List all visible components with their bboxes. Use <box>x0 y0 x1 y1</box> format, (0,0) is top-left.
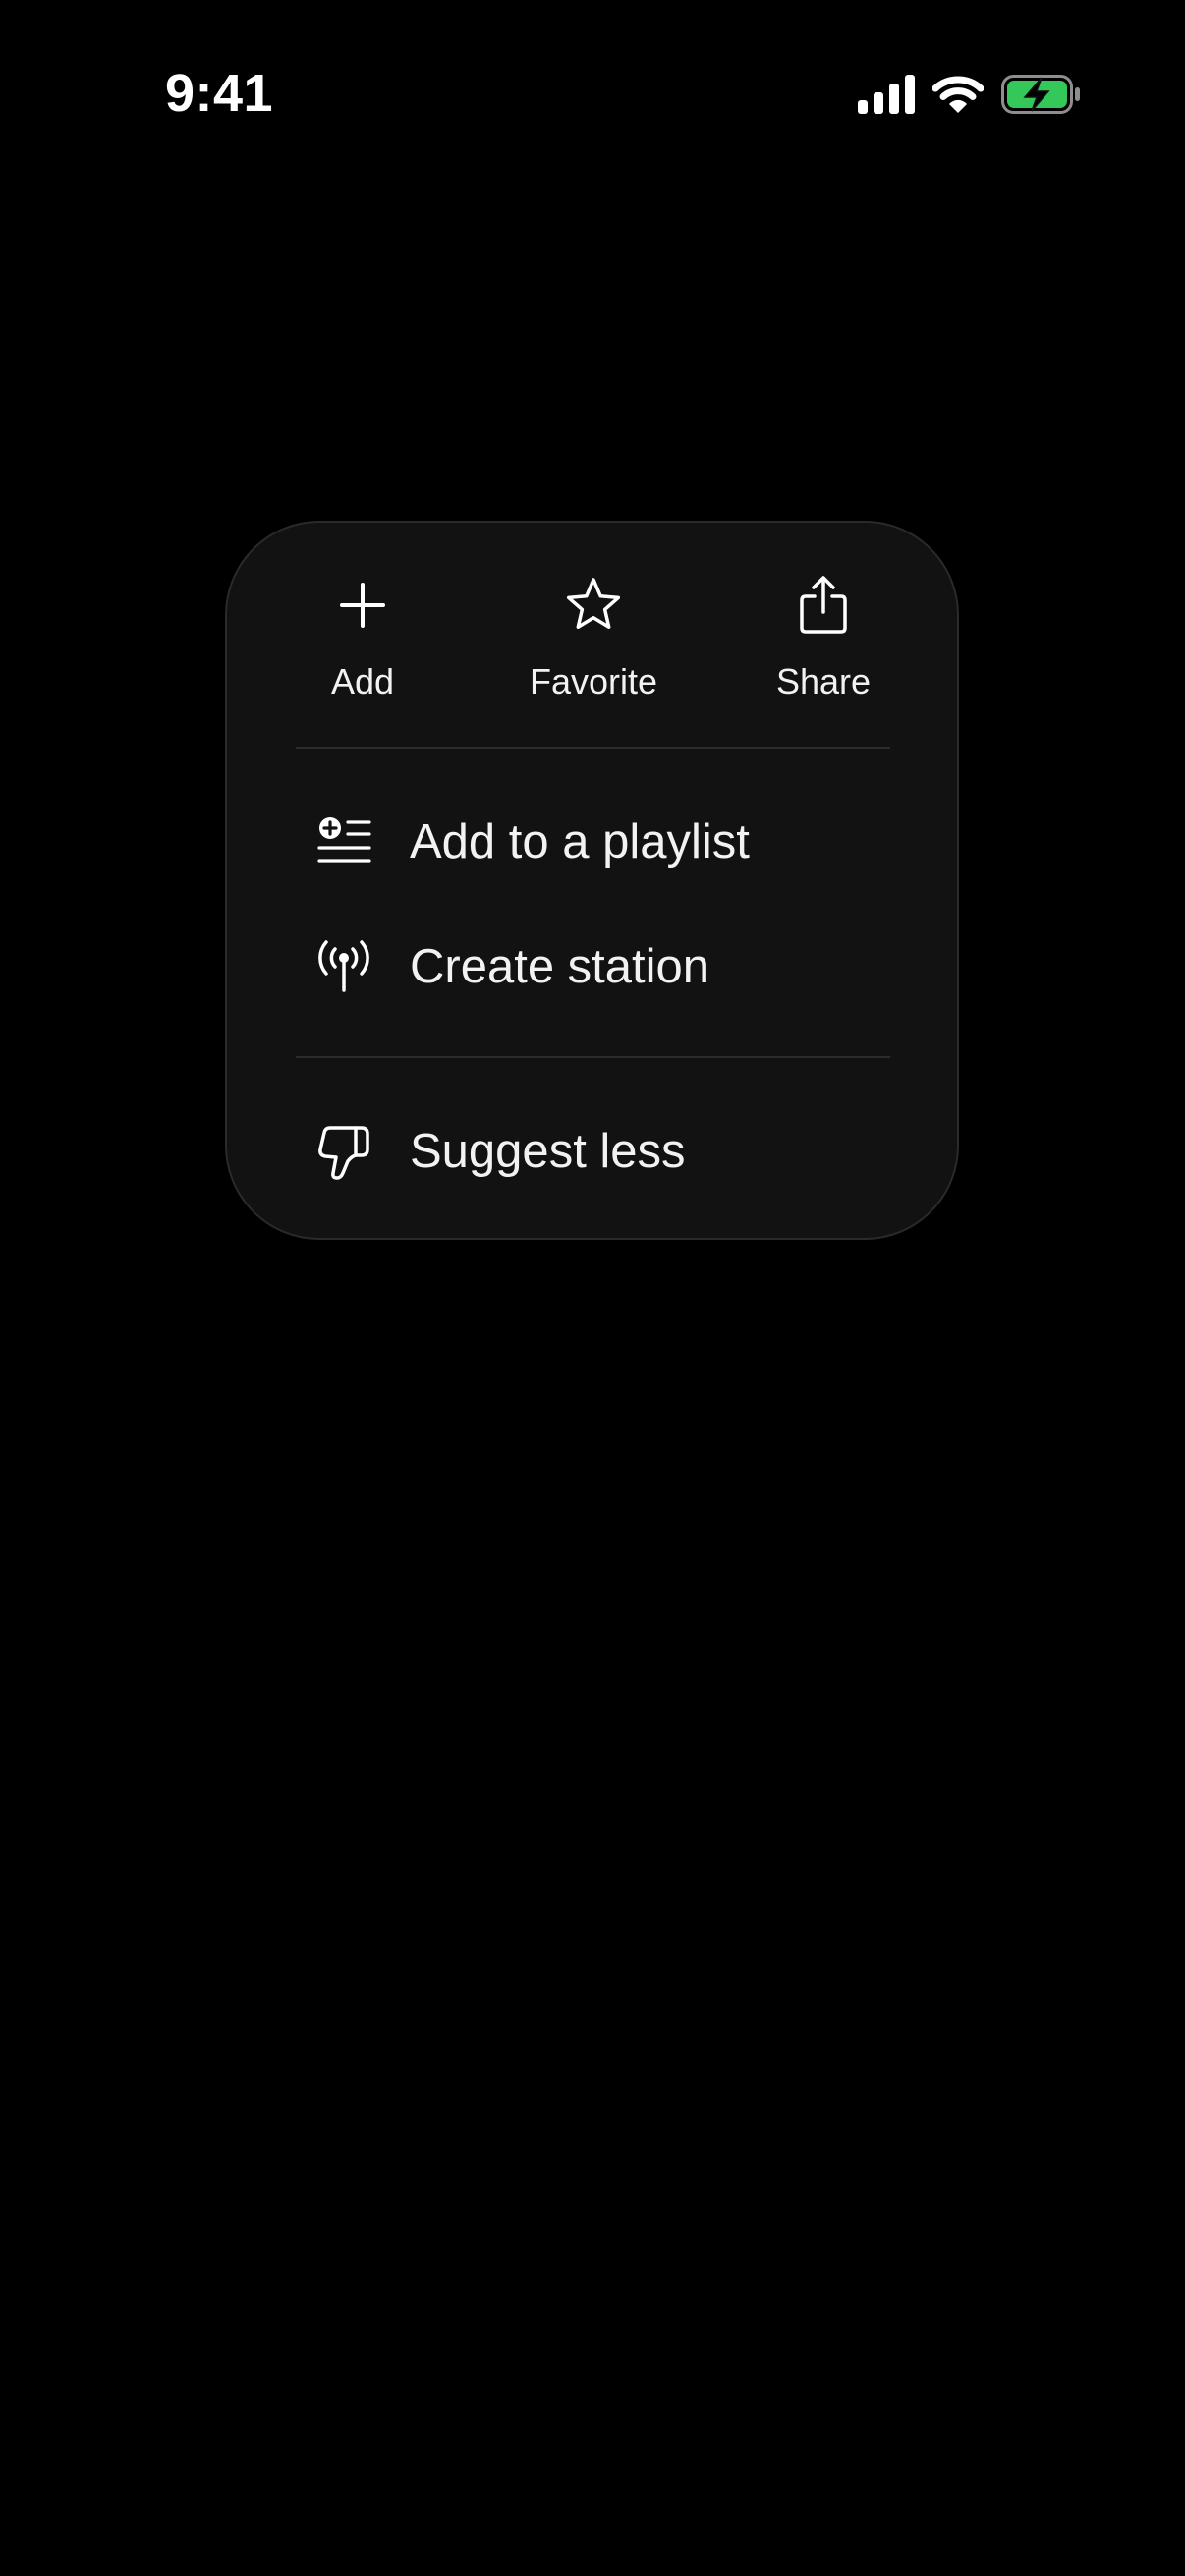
menu-divider <box>296 1056 890 1058</box>
add-button-label: Add <box>330 661 395 701</box>
context-menu: Add Favorite Share Add to a playlist Cre… <box>225 521 959 1240</box>
status-icons <box>858 71 1082 122</box>
add-button[interactable]: Add <box>264 572 461 729</box>
plus-icon <box>329 572 396 639</box>
suggest-less-item[interactable]: Suggest less <box>296 1097 890 1205</box>
wifi-icon <box>931 75 985 119</box>
favorite-button[interactable]: Favorite <box>495 572 692 729</box>
share-button[interactable]: Share <box>725 572 922 729</box>
menu-divider <box>296 747 890 749</box>
create-station-label: Create station <box>410 940 710 993</box>
favorite-button-label: Favorite <box>529 661 658 701</box>
add-to-playlist-item[interactable]: Add to a playlist <box>296 788 890 896</box>
share-button-label: Share <box>775 661 872 701</box>
add-to-playlist-label: Add to a playlist <box>410 815 750 868</box>
create-station-item[interactable]: Create station <box>296 913 890 1021</box>
quick-actions-row: Add Favorite Share <box>227 523 957 749</box>
status-time: 9:41 <box>165 64 274 123</box>
radio-station-icon <box>313 936 374 997</box>
battery-charging-icon <box>1001 74 1082 120</box>
cellular-signal-icon <box>858 74 915 119</box>
thumbs-down-icon <box>313 1121 374 1182</box>
status-bar: 9:41 <box>0 0 1185 196</box>
add-to-playlist-icon <box>313 812 374 872</box>
suggest-less-label: Suggest less <box>410 1125 686 1178</box>
star-icon <box>560 572 627 639</box>
share-icon <box>790 572 857 639</box>
